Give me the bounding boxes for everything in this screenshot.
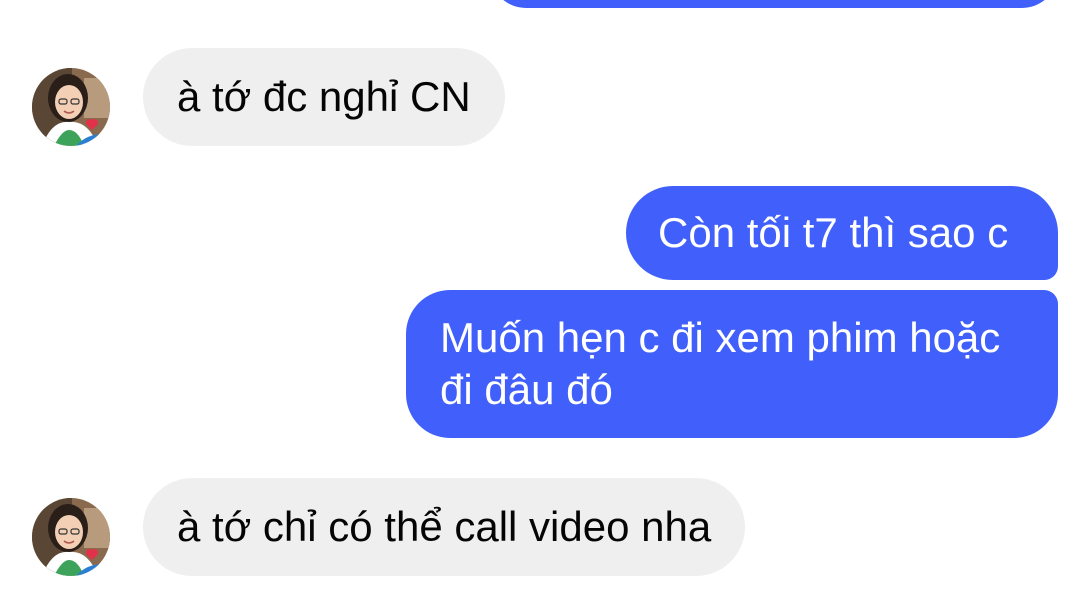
sent-message-bubble-partial[interactable] — [490, 0, 1058, 8]
sent-message-bubble[interactable]: Muốn hẹn c đi xem phim hoặc đi đâu đó — [406, 290, 1058, 438]
contact-avatar[interactable] — [32, 68, 110, 146]
received-message-bubble[interactable]: à tớ đc nghỉ CN — [143, 48, 505, 146]
message-text: à tớ đc nghỉ CN — [177, 73, 471, 120]
profile-photo-avatar-icon — [32, 68, 110, 146]
received-message-bubble[interactable]: à tớ chỉ có thể call video nha — [143, 478, 746, 576]
profile-photo-avatar-icon — [32, 498, 110, 576]
message-text-line: Muốn hẹn c đi xem phim hoặc — [440, 314, 1001, 361]
contact-avatar[interactable] — [32, 498, 110, 576]
sent-message-bubble[interactable]: Còn tối t7 thì sao c — [626, 186, 1058, 280]
message-text: Còn tối t7 thì sao c — [658, 209, 1009, 256]
message-thread[interactable]: à tớ đc nghỉ CN Còn tối t7 thì sao c Muố… — [0, 0, 1080, 598]
message-text-line: đi đâu đó — [440, 366, 613, 413]
message-text: à tớ chỉ có thể call video nha — [177, 503, 712, 550]
